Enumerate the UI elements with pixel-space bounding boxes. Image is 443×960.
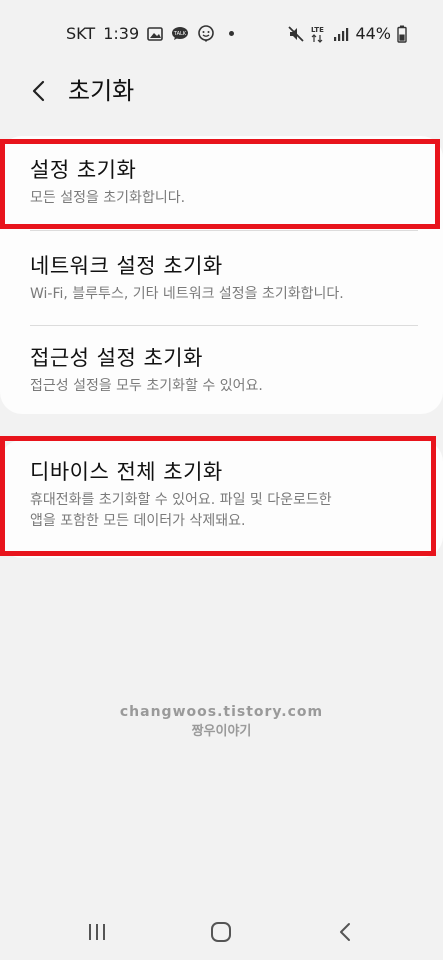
reset-options-card: 설정 초기화 모든 설정을 초기화합니다. 네트워크 설정 초기화 Wi-Fi,… (0, 136, 443, 414)
home-icon (211, 922, 231, 942)
back-icon (340, 923, 350, 941)
item-title: 네트워크 설정 초기화 (30, 254, 223, 278)
navigation-bar (0, 900, 443, 960)
recent-apps-button[interactable] (80, 918, 114, 946)
carrier-label: SKT (66, 24, 96, 43)
mute-icon (287, 25, 305, 43)
item-title: 접근성 설정 초기화 (30, 346, 203, 370)
watermark: changwoos.tistory.com 짱우이야기 (0, 704, 443, 739)
talk-message-icon: TALK (171, 26, 189, 41)
reset-network-settings-item[interactable]: 네트워크 설정 초기화 Wi-Fi, 블루투스, 기타 네트워크 설정을 초기화… (30, 252, 413, 305)
lte-icon: LTE (311, 25, 327, 43)
item-description: 모든 설정을 초기화합니다. (30, 190, 186, 206)
item-description: 접근성 설정을 모두 초기화할 수 있어요. (30, 378, 263, 394)
item-description-line: 앱을 포함한 모든 데이터가 삭제돼요. (30, 513, 246, 529)
reset-accessibility-settings-item[interactable]: 접근성 설정 초기화 접근성 설정을 모두 초기화할 수 있어요. (30, 344, 413, 397)
clock: 1:39 (103, 24, 140, 43)
factory-reset-item[interactable]: 디바이스 전체 초기화 휴대전화를 초기화할 수 있어요. 파일 및 다운로드한… (30, 458, 413, 532)
watermark-blog-name: 짱우이야기 (191, 724, 252, 739)
status-bar-left: SKT 1:39 TALK (66, 24, 235, 43)
nav-back-button[interactable] (328, 918, 362, 946)
location-face-icon (197, 24, 215, 43)
divider (30, 325, 418, 326)
notification-dot-icon (229, 31, 235, 36)
item-description: Wi-Fi, 블루투스, 기타 네트워크 설정을 초기화합니다. (30, 286, 344, 302)
item-description-line: 휴대전화를 초기화할 수 있어요. 파일 및 다운로드한 (30, 492, 332, 508)
lte-label: LTE (311, 26, 324, 34)
home-button[interactable] (204, 918, 238, 946)
item-title: 설정 초기화 (30, 158, 137, 182)
battery-percent: 44% (355, 24, 391, 43)
watermark-url: changwoos.tistory.com (119, 704, 324, 720)
factory-reset-card: 디바이스 전체 초기화 휴대전화를 초기화할 수 있어요. 파일 및 다운로드한… (0, 440, 443, 558)
reset-settings-item[interactable]: 설정 초기화 모든 설정을 초기화합니다. (30, 156, 413, 209)
divider (30, 230, 418, 231)
signal-icon (333, 26, 349, 42)
svg-text:TALK: TALK (173, 31, 187, 37)
gallery-icon (147, 26, 163, 41)
battery-icon (397, 25, 407, 43)
status-bar: SKT 1:39 TALK LTE 44% (0, 0, 443, 68)
chevron-left-icon (32, 80, 45, 102)
recent-apps-icon (89, 924, 105, 940)
app-bar: 초기화 (0, 68, 443, 116)
item-title: 디바이스 전체 초기화 (30, 460, 223, 484)
screen: SKT 1:39 TALK LTE 44% 초기화 설정 초기화 모든 설정을 … (0, 0, 443, 960)
back-button[interactable] (24, 76, 54, 106)
item-description: 휴대전화를 초기화할 수 있어요. 파일 및 다운로드한 앱을 포함한 모든 데… (30, 490, 413, 532)
page-title: 초기화 (68, 77, 135, 105)
status-bar-right: LTE 44% (287, 24, 407, 43)
